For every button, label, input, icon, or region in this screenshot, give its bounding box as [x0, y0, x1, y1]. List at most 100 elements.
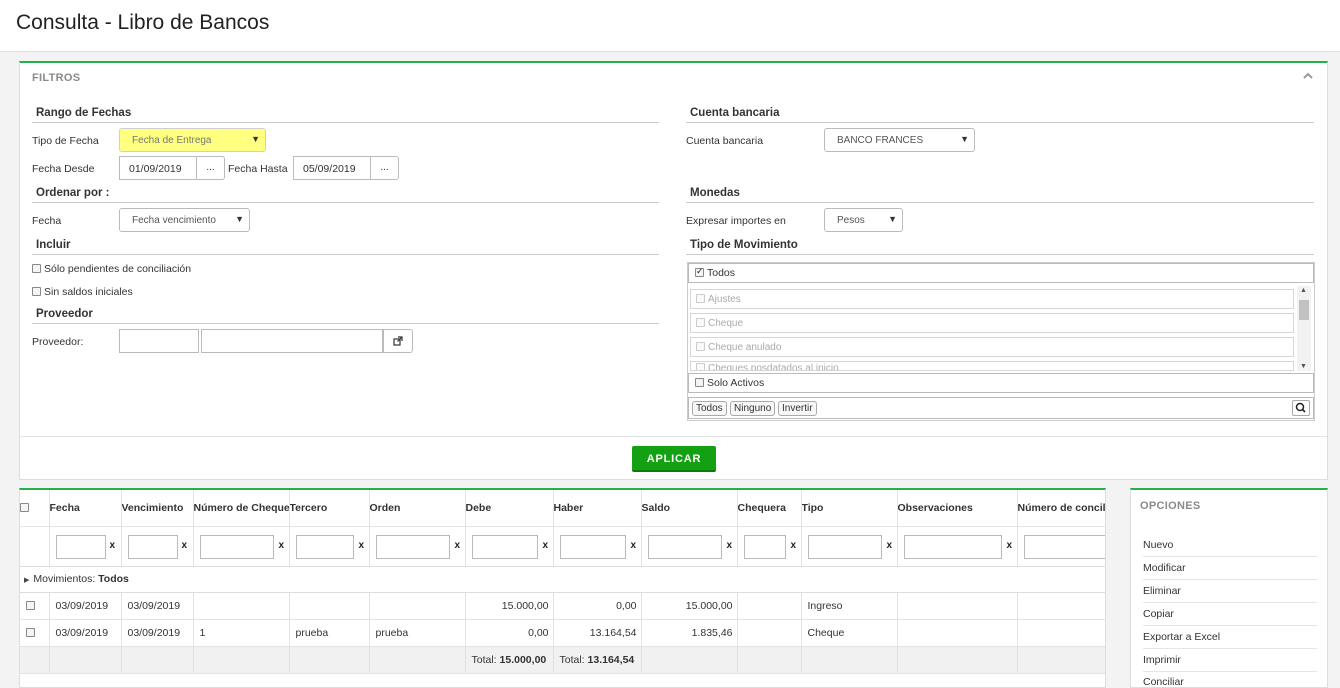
group-row[interactable]: ▶ Movimientos: Todos	[20, 566, 1105, 593]
clear-filter-icon[interactable]: x	[543, 540, 549, 551]
cell-fecha: 03/09/2019	[49, 619, 122, 647]
pendientes-conciliacion-label: Sólo pendientes de conciliación	[44, 263, 192, 275]
caret-right-icon[interactable]: ▶	[24, 577, 29, 584]
col-header-chequera[interactable]: Chequera	[737, 490, 802, 527]
caret-down-icon: ▼	[960, 134, 969, 144]
pendientes-conciliacion-checkbox[interactable]: Sólo pendientes de conciliación	[32, 263, 191, 275]
clear-filter-icon[interactable]: x	[631, 540, 637, 551]
ordenar-fecha-select[interactable]: Fecha vencimiento ▼	[119, 208, 250, 232]
table-row[interactable]: 03/09/2019 03/09/2019 15.000,00 0,00 15.…	[20, 592, 1105, 620]
table-row[interactable]: 03/09/2019 03/09/2019 1 prueba prueba 0,…	[20, 619, 1105, 647]
filter-tercero-input[interactable]	[295, 534, 354, 559]
filter-saldo-input[interactable]	[647, 534, 722, 559]
mov-todos-checkbox[interactable]: Todos	[688, 263, 1314, 283]
filter-tipo-input[interactable]	[807, 534, 882, 559]
clear-filter-icon[interactable]: x	[791, 540, 797, 551]
filter-haber-input[interactable]	[559, 534, 626, 559]
clear-filter-icon[interactable]: x	[1007, 540, 1013, 551]
select-none-button[interactable]: Ninguno	[730, 401, 776, 416]
fecha-desde-picker-button[interactable]: ...	[197, 156, 225, 180]
filter-chequera-input[interactable]	[743, 534, 786, 559]
filter-observaciones-input[interactable]	[903, 534, 1002, 559]
fecha-hasta-picker-button[interactable]: ...	[371, 156, 399, 180]
filter-vencimiento-input[interactable]	[127, 534, 178, 559]
option-imprimir[interactable]: Imprimir	[1143, 649, 1317, 672]
moneda-select[interactable]: Pesos ▼	[824, 208, 903, 232]
total-label: Total:	[471, 653, 497, 666]
option-conciliar[interactable]: Conciliar	[1143, 671, 1317, 687]
filter-orden-input[interactable]	[375, 534, 450, 559]
option-nuevo[interactable]: Nuevo	[1143, 534, 1317, 557]
col-header-saldo[interactable]: Saldo	[641, 490, 738, 527]
cell-tercero	[289, 592, 370, 620]
filter-cell: x	[641, 526, 738, 567]
apply-button[interactable]: APLICAR	[632, 446, 716, 472]
checkbox-icon	[32, 286, 41, 296]
clear-filter-icon[interactable]: x	[359, 540, 365, 551]
option-copiar[interactable]: Copiar	[1143, 603, 1317, 626]
filter-conciliacion-input[interactable]	[1023, 534, 1105, 559]
tipo-fecha-select[interactable]: Fecha de Entrega ▼	[119, 128, 266, 152]
tipo-movimiento-heading: Tipo de Movimiento	[686, 239, 1314, 255]
mov-item[interactable]: Cheque	[690, 313, 1294, 333]
clear-filter-icon[interactable]: x	[727, 540, 733, 551]
total-debe-value: 15.000,00	[499, 653, 547, 666]
clear-filter-icon[interactable]: x	[887, 540, 893, 551]
select-all-rows-cell[interactable]	[20, 490, 50, 527]
clear-filter-icon[interactable]: x	[110, 540, 116, 551]
cuenta-bancaria-select[interactable]: BANCO FRANCES ▼	[824, 128, 975, 152]
col-header-debe[interactable]: Debe	[465, 490, 554, 527]
scroll-down-icon[interactable]: ▼	[1300, 363, 1307, 370]
filter-fecha-input[interactable]	[55, 534, 106, 559]
col-header-observaciones[interactable]: Observaciones	[897, 490, 1018, 527]
results-table: Fecha Vencimiento Número de Cheque Terce…	[20, 490, 1105, 674]
group-label: Movimientos:	[33, 573, 96, 585]
mov-scrollbar[interactable]: ▲ ▼	[1297, 286, 1311, 371]
search-icon	[1295, 402, 1306, 413]
col-header-numero-cheque[interactable]: Número de Cheque	[193, 490, 290, 527]
clear-filter-icon[interactable]: x	[182, 540, 188, 551]
scroll-up-icon[interactable]: ▲	[1300, 287, 1307, 294]
mov-item-label: Cheques posdatados al inicio	[708, 363, 839, 371]
col-header-tercero[interactable]: Tercero	[289, 490, 370, 527]
cell-chequera	[737, 619, 802, 647]
proveedor-heading: Proveedor	[32, 308, 659, 324]
option-eliminar[interactable]: Eliminar	[1143, 580, 1317, 603]
mov-item[interactable]: Cheque anulado	[690, 337, 1294, 357]
col-header-orden[interactable]: Orden	[369, 490, 466, 527]
filters-panel: FILTROS Rango de Fechas Tipo de Fecha Fe…	[19, 61, 1328, 480]
checkbox-icon	[696, 362, 705, 370]
search-button[interactable]	[1292, 400, 1310, 416]
col-header-fecha[interactable]: Fecha	[49, 490, 122, 527]
solo-activos-checkbox[interactable]: Solo Activos	[688, 373, 1314, 393]
cell-tipo: Ingreso	[801, 592, 898, 620]
col-header-numero-conciliacion[interactable]: Número de conciliación	[1017, 490, 1105, 527]
proveedor-code-input[interactable]	[119, 329, 199, 353]
col-header-vencimiento[interactable]: Vencimiento	[121, 490, 194, 527]
filter-debe-input[interactable]	[471, 534, 538, 559]
cell-fecha: 03/09/2019	[49, 592, 122, 620]
scroll-thumb[interactable]	[1299, 300, 1309, 320]
mov-item[interactable]: Cheques posdatados al inicio	[690, 361, 1294, 371]
sin-saldos-checkbox[interactable]: Sin saldos iniciales	[32, 286, 133, 298]
option-exportar-excel[interactable]: Exportar a Excel	[1143, 626, 1317, 649]
cell-vencimiento: 03/09/2019	[121, 619, 194, 647]
filter-cheque-input[interactable]	[199, 534, 274, 559]
caret-down-icon: ▼	[888, 214, 897, 224]
filters-title: FILTROS	[32, 72, 81, 84]
col-header-haber[interactable]: Haber	[553, 490, 642, 527]
select-all-button[interactable]: Todos	[692, 401, 727, 416]
proveedor-name-input[interactable]	[201, 329, 383, 353]
fecha-hasta-label: Fecha Hasta	[228, 163, 288, 175]
fecha-desde-input[interactable]: 01/09/2019	[119, 156, 197, 180]
col-header-tipo[interactable]: Tipo	[801, 490, 898, 527]
chevron-up-icon[interactable]	[1303, 71, 1313, 81]
proveedor-lookup-button[interactable]	[383, 329, 413, 353]
invert-selection-button[interactable]: Invertir	[778, 401, 817, 416]
fecha-hasta-input[interactable]: 05/09/2019	[293, 156, 371, 180]
clear-filter-icon[interactable]: x	[279, 540, 285, 551]
clear-filter-icon[interactable]: x	[455, 540, 461, 551]
option-modificar[interactable]: Modificar	[1143, 557, 1317, 580]
mov-todos-label: Todos	[707, 267, 736, 279]
mov-item[interactable]: Ajustes	[690, 289, 1294, 309]
